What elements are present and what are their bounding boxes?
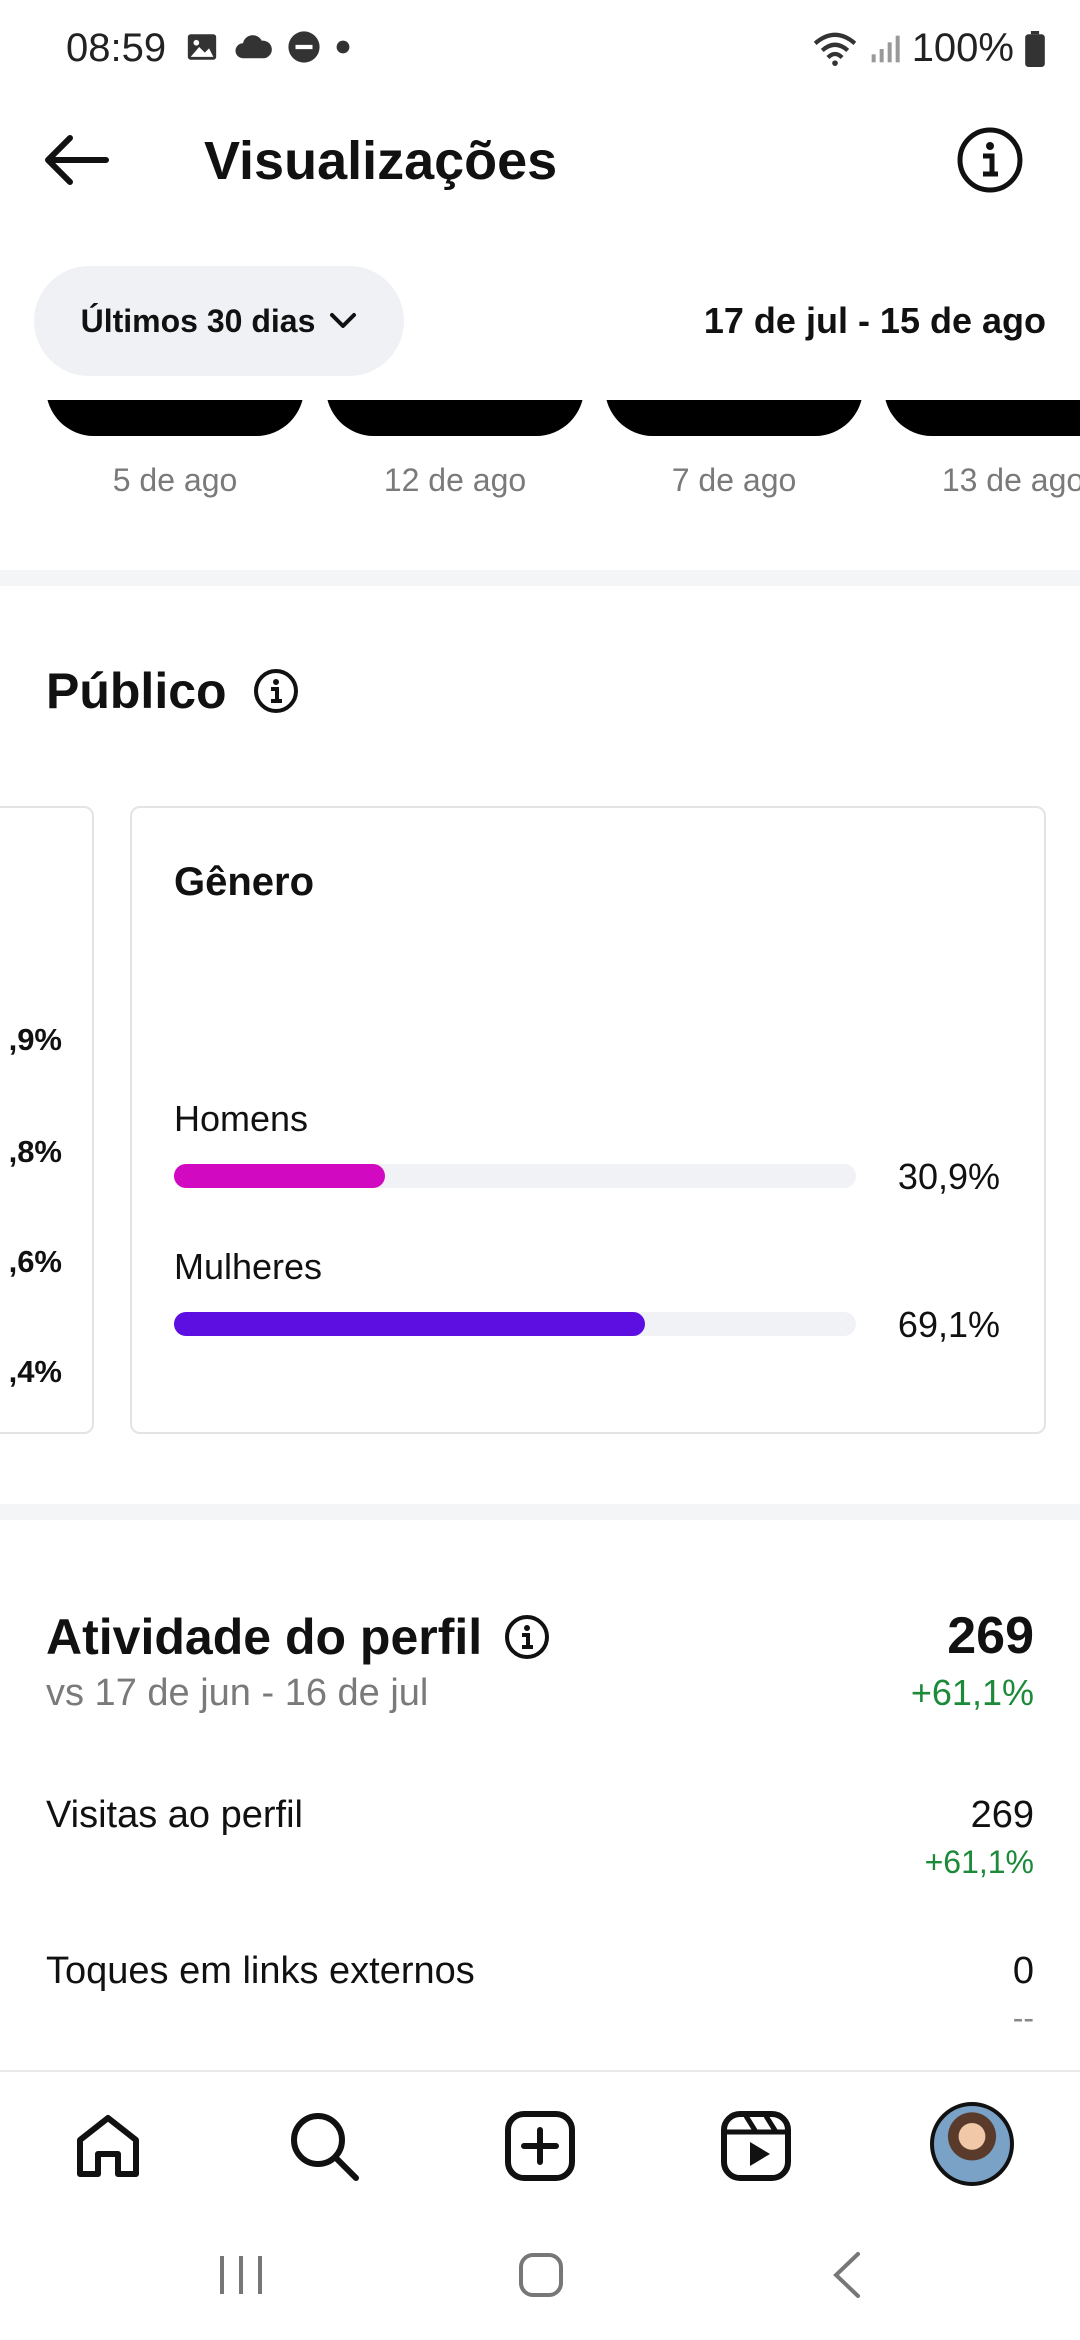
status-bar: 08:59 100% bbox=[0, 0, 1080, 100]
activity-header: Atividade do perfil bbox=[46, 1608, 550, 1666]
content-thumbnails: 5 de ago 12 de ago 7 de ago 13 de ago bbox=[0, 400, 1080, 510]
gender-bar-men bbox=[174, 1164, 856, 1188]
arrow-left-icon bbox=[45, 135, 109, 185]
info-icon bbox=[957, 127, 1023, 193]
date-range: 17 de jul - 15 de ago bbox=[703, 300, 1046, 341]
row-delta: +61,1% bbox=[924, 1844, 1034, 1880]
row-value: 0 bbox=[1012, 1950, 1034, 1992]
activity-total: 269 bbox=[947, 1607, 1034, 1665]
gender-percent-women: 69,1% bbox=[897, 1304, 1000, 1345]
cloud-icon bbox=[235, 35, 272, 59]
create-icon bbox=[505, 2111, 575, 2181]
section-divider bbox=[0, 1504, 1080, 1520]
profile-avatar[interactable] bbox=[930, 2102, 1014, 2186]
system-nav-bar bbox=[0, 2210, 1080, 2340]
gender-label-women: Mulheres bbox=[174, 1246, 323, 1287]
reels-icon bbox=[721, 2111, 791, 2181]
section-divider bbox=[0, 570, 1080, 586]
row-value: 269 bbox=[970, 1794, 1034, 1836]
nav-search[interactable] bbox=[286, 2108, 362, 2184]
thumbnail-date: 5 de ago bbox=[112, 462, 238, 498]
nav-reels[interactable] bbox=[718, 2108, 794, 2184]
activity-title: Atividade do perfil bbox=[46, 1609, 483, 1665]
system-back-icon[interactable] bbox=[826, 2250, 866, 2300]
gender-bar-women bbox=[174, 1312, 856, 1336]
period-dropdown[interactable]: Últimos 30 dias bbox=[34, 266, 404, 376]
thumbnail-date: 12 de ago bbox=[383, 462, 527, 498]
bottom-nav bbox=[0, 2070, 1080, 2210]
status-notification-icons bbox=[185, 30, 351, 64]
dot-icon bbox=[336, 40, 350, 54]
page-title: Visualizações bbox=[204, 131, 558, 191]
activity-comparison: vs 17 de jun - 16 de jul bbox=[46, 1672, 429, 1714]
search-icon bbox=[291, 2113, 359, 2181]
audience-title: Público bbox=[46, 663, 227, 719]
age-percent: ,8% bbox=[8, 1134, 62, 1169]
gender-bar-fill-women bbox=[174, 1312, 646, 1336]
dnd-icon bbox=[288, 31, 320, 63]
chevron-down-icon bbox=[330, 313, 357, 328]
activity-total-delta: +61,1% bbox=[910, 1672, 1034, 1713]
info-icon[interactable] bbox=[504, 1614, 550, 1660]
nav-home[interactable] bbox=[70, 2108, 146, 2184]
home-button-icon[interactable] bbox=[516, 2250, 566, 2300]
gender-bar-fill-men bbox=[174, 1164, 385, 1188]
filter-row: Últimos 30 dias 17 de jul - 15 de ago bbox=[0, 262, 1080, 376]
period-dropdown-label: Últimos 30 dias bbox=[80, 302, 316, 339]
row-delta: -- bbox=[1012, 2000, 1034, 2036]
age-percent: ,9% bbox=[8, 1022, 62, 1057]
recent-apps-icon[interactable] bbox=[214, 2250, 268, 2300]
audience-header: Público bbox=[46, 662, 299, 720]
status-time: 08:59 bbox=[66, 26, 167, 70]
status-system-icons: 100% bbox=[812, 26, 1046, 71]
gender-percent-men: 30,9% bbox=[897, 1156, 1000, 1197]
battery-icon bbox=[1025, 30, 1045, 67]
header: Visualizações bbox=[0, 110, 1080, 210]
info-button[interactable] bbox=[956, 126, 1024, 194]
gender-card[interactable]: Gênero Homens 30,9% Mulheres 69,1% bbox=[130, 806, 1046, 1434]
battery-percent: 100% bbox=[911, 26, 1014, 70]
row-label: Toques em links externos bbox=[46, 1950, 475, 1992]
age-percent: ,4% bbox=[8, 1354, 62, 1389]
gender-card-title: Gênero bbox=[174, 860, 315, 904]
back-button[interactable] bbox=[40, 128, 120, 192]
gender-label-men: Homens bbox=[174, 1098, 309, 1139]
home-icon bbox=[77, 2115, 139, 2177]
nav-create[interactable] bbox=[502, 2108, 578, 2184]
signal-icon bbox=[871, 35, 900, 62]
wifi-icon bbox=[813, 32, 856, 66]
age-card[interactable]: ,9% ,8% ,6% ,4% bbox=[0, 806, 94, 1434]
thumbnail-date: 13 de ago bbox=[941, 462, 1080, 498]
row-label: Visitas ao perfil bbox=[46, 1794, 303, 1836]
info-icon[interactable] bbox=[253, 668, 299, 714]
thumbnail-date: 7 de ago bbox=[671, 462, 797, 498]
age-percent: ,6% bbox=[8, 1244, 62, 1279]
image-icon bbox=[187, 34, 217, 60]
